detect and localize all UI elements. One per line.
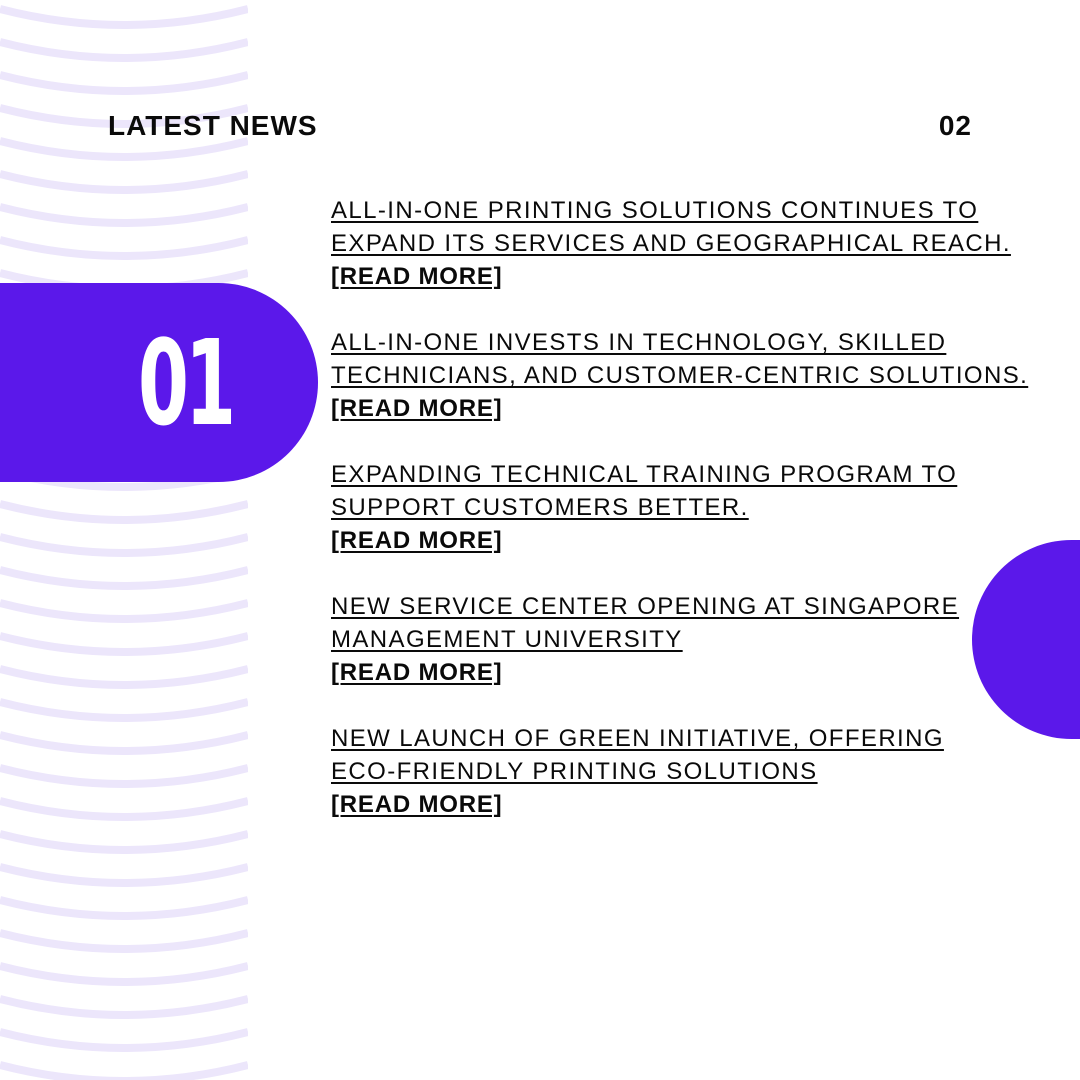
wave-line (0, 995, 248, 1019)
news-item: ALL-IN-ONE INVESTS IN TECHNOLOGY, SKILLE… (331, 326, 1051, 425)
news-headline-line[interactable]: SUPPORT CUSTOMERS BETTER. (331, 491, 1051, 524)
read-more-link[interactable]: [READ MORE] (331, 260, 502, 293)
wave-line (0, 962, 248, 986)
wave-line (0, 929, 248, 953)
wave-line (0, 731, 248, 755)
news-headline-line[interactable]: TECHNICIANS, AND CUSTOMER-CENTRIC SOLUTI… (331, 359, 1051, 392)
wave-line (0, 566, 248, 590)
read-more-link[interactable]: [READ MORE] (331, 524, 502, 557)
wave-line (0, 38, 248, 62)
read-more-link[interactable]: [READ MORE] (331, 392, 502, 425)
wave-line (0, 500, 248, 524)
wave-line (0, 236, 248, 260)
news-headline-line[interactable]: MANAGEMENT UNIVERSITY (331, 623, 1051, 656)
news-item: NEW LAUNCH OF GREEN INITIATIVE, OFFERING… (331, 722, 1051, 821)
wave-line (0, 533, 248, 557)
wave-line (0, 203, 248, 227)
wave-line (0, 71, 248, 95)
wave-line (0, 830, 248, 854)
page-number: 02 (938, 110, 972, 141)
wave-line (0, 764, 248, 788)
wave-line (0, 599, 248, 623)
news-headline-line[interactable]: NEW LAUNCH OF GREEN INITIATIVE, OFFERING (331, 722, 1051, 755)
wave-line (0, 1028, 248, 1052)
news-item: EXPANDING TECHNICAL TRAINING PROGRAM TO … (331, 458, 1051, 557)
news-item: ALL-IN-ONE PRINTING SOLUTIONS CONTINUES … (331, 194, 1051, 293)
wave-line (0, 665, 248, 689)
wave-pattern-decoration (0, 0, 248, 1080)
news-list: ALL-IN-ONE PRINTING SOLUTIONS CONTINUES … (331, 194, 1051, 854)
section-number: 01 (138, 313, 236, 452)
news-headline-line[interactable]: EXPAND ITS SERVICES AND GEOGRAPHICAL REA… (331, 227, 1051, 260)
news-headline-line[interactable]: ALL-IN-ONE INVESTS IN TECHNOLOGY, SKILLE… (331, 326, 1051, 359)
wave-line (0, 5, 248, 29)
wave-line (0, 896, 248, 920)
news-headline-line[interactable]: EXPANDING TECHNICAL TRAINING PROGRAM TO (331, 458, 1051, 491)
wave-line (0, 797, 248, 821)
wave-line (0, 632, 248, 656)
news-item: NEW SERVICE CENTER OPENING AT SINGAPORE … (331, 590, 1051, 689)
wave-line (0, 170, 248, 194)
wave-line (0, 1061, 248, 1080)
read-more-link[interactable]: [READ MORE] (331, 788, 502, 821)
wave-line (0, 698, 248, 722)
news-headline-line[interactable]: NEW SERVICE CENTER OPENING AT SINGAPORE (331, 590, 1051, 623)
wave-line (0, 863, 248, 887)
read-more-link[interactable]: [READ MORE] (331, 656, 502, 689)
section-number-badge: 01 (0, 283, 318, 482)
news-headline-line[interactable]: ECO-FRIENDLY PRINTING SOLUTIONS (331, 755, 1051, 788)
page-title: LATEST NEWS (108, 110, 318, 141)
news-headline-line[interactable]: ALL-IN-ONE PRINTING SOLUTIONS CONTINUES … (331, 194, 1051, 227)
